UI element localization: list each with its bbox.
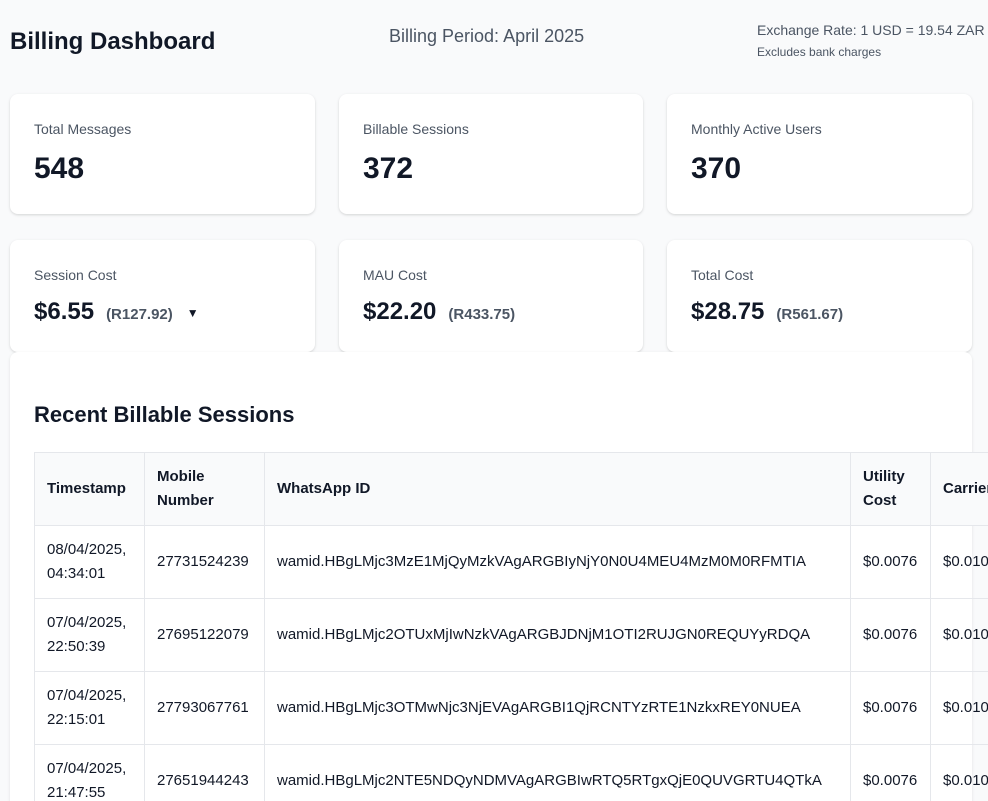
card-label: Total Cost: [691, 267, 754, 283]
mobile-cell: 27793067761: [144, 671, 265, 745]
carrier-cost-cell: $0.010: [930, 744, 988, 801]
mobile-cell: 27731524239: [144, 525, 265, 599]
exchange-rate: Exchange Rate: 1 USD = 19.54 ZAR: [757, 22, 985, 38]
page-title: Billing Dashboard: [10, 28, 216, 55]
column-header-utility-cost: Utility Cost: [850, 452, 931, 526]
whatsapp-id-cell: wamid.HBgLMjc2OTUxMjIwNzkVAgARGBJDNjM1OT…: [264, 598, 851, 672]
cost-usd: $22.20: [363, 298, 437, 325]
sessions-table: Timestamp Mobile Number WhatsApp ID Util…: [34, 452, 988, 801]
timestamp-cell: 08/04/2025, 04:34:01: [34, 525, 145, 599]
timestamp-cell: 07/04/2025, 22:15:01: [34, 671, 145, 745]
section-title: Recent Billable Sessions: [34, 402, 295, 427]
total-messages-card: Total Messages 548: [10, 94, 315, 214]
exchange-rate-note: Excludes bank charges: [757, 45, 882, 59]
dashboard-header: Billing Dashboard Billing Period: April …: [0, 0, 988, 80]
utility-cost-cell: $0.0076: [850, 671, 931, 745]
cost-row: $28.75 (R561.67): [691, 298, 843, 326]
billing-period: Billing Period: April 2025: [389, 26, 585, 46]
utility-cost-cell: $0.0076: [850, 744, 931, 801]
carrier-cost-cell: $0.010: [930, 598, 988, 672]
total-cost-card: Total Cost $28.75 (R561.67): [667, 240, 972, 352]
card-label: Total Messages: [34, 121, 132, 137]
caret-down-icon[interactable]: ▼: [187, 306, 199, 320]
billable-sessions-card: Billable Sessions 372: [339, 94, 643, 214]
card-label: Billable Sessions: [363, 121, 469, 137]
cost-usd: $6.55: [34, 298, 95, 325]
cost-row: $22.20 (R433.75): [363, 298, 515, 326]
table-row: 07/04/2025, 22:50:39 27695122079 wamid.H…: [34, 598, 988, 672]
card-label: Session Cost: [34, 267, 117, 283]
column-header-mobile: Mobile Number: [144, 452, 265, 526]
cost-usd: $28.75: [691, 298, 765, 325]
cost-zar: (R561.67): [776, 306, 844, 323]
utility-cost-cell: $0.0076: [850, 598, 931, 672]
column-header-carrier-cost: Carrier Cost: [930, 452, 988, 526]
card-label: MAU Cost: [363, 267, 427, 283]
card-value: 548: [34, 152, 85, 185]
table-header-row: Timestamp Mobile Number WhatsApp ID Util…: [34, 452, 988, 526]
mobile-cell: 27695122079: [144, 598, 265, 672]
mau-cost-card: MAU Cost $22.20 (R433.75): [339, 240, 643, 352]
table-row: 08/04/2025, 04:34:01 27731524239 wamid.H…: [34, 525, 988, 599]
timestamp-cell: 07/04/2025, 22:50:39: [34, 598, 145, 672]
session-cost-card: Session Cost $6.55 (R127.92) ▼: [10, 240, 315, 352]
column-header-timestamp: Timestamp: [34, 452, 145, 526]
whatsapp-id-cell: wamid.HBgLMjc3OTMwNjc3NjEVAgARGBI1QjRCNT…: [264, 671, 851, 745]
whatsapp-id-cell: wamid.HBgLMjc3MzE1MjQyMzkVAgARGBIyNjY0N0…: [264, 525, 851, 599]
cost-zar: (R433.75): [448, 306, 516, 323]
monthly-active-users-card: Monthly Active Users 370: [667, 94, 972, 214]
utility-cost-cell: $0.0076: [850, 525, 931, 599]
card-label: Monthly Active Users: [691, 121, 822, 137]
table-row: 07/04/2025, 21:47:55 27651944243 wamid.H…: [34, 744, 988, 801]
card-value: 372: [363, 152, 414, 185]
carrier-cost-cell: $0.010: [930, 525, 988, 599]
column-header-whatsapp-id: WhatsApp ID: [264, 452, 851, 526]
carrier-cost-cell: $0.010: [930, 671, 988, 745]
table-row: 07/04/2025, 22:15:01 27793067761 wamid.H…: [34, 671, 988, 745]
mobile-cell: 27651944243: [144, 744, 265, 801]
timestamp-cell: 07/04/2025, 21:47:55: [34, 744, 145, 801]
cost-zar: (R127.92): [106, 306, 173, 323]
whatsapp-id-cell: wamid.HBgLMjc2NTE5NDQyNDMVAgARGBIwRTQ5RT…: [264, 744, 851, 801]
cost-row: $6.55 (R127.92) ▼: [34, 298, 199, 326]
card-value: 370: [691, 152, 742, 185]
